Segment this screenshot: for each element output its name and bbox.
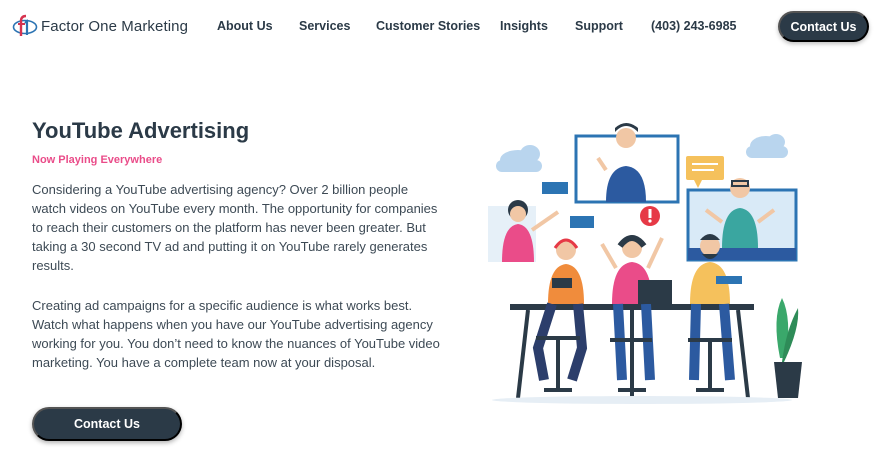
chair bbox=[536, 336, 732, 392]
page-title: YouTube Advertising bbox=[32, 118, 250, 143]
header-contact-us-button[interactable]: Contact Us bbox=[778, 11, 869, 42]
hero-contact-us-button[interactable]: Contact Us bbox=[32, 407, 182, 441]
factor-one-logo-icon bbox=[12, 14, 38, 36]
floor-shadow bbox=[492, 396, 792, 404]
video-person-left bbox=[488, 200, 560, 262]
video-screen-top bbox=[574, 123, 680, 204]
cloud-icon bbox=[496, 145, 542, 172]
campaign-paragraph: Creating ad campaigns for a specific aud… bbox=[32, 298, 440, 370]
nav-insights[interactable]: Insights bbox=[500, 19, 548, 33]
chat-bubble-icon bbox=[686, 156, 724, 188]
nav-services[interactable]: Services bbox=[299, 19, 350, 33]
message-tag bbox=[570, 216, 594, 228]
alert-icon bbox=[640, 206, 660, 226]
plant-icon bbox=[774, 298, 802, 398]
nav-support[interactable]: Support bbox=[575, 19, 623, 33]
intro-paragraph: Considering a YouTube advertising agency… bbox=[32, 182, 438, 273]
brand-logo[interactable]: Factor One Marketing bbox=[12, 13, 188, 39]
cloud-icon bbox=[746, 134, 788, 158]
brand-name: Factor One Marketing bbox=[41, 17, 189, 35]
video-conference-illustration bbox=[488, 123, 802, 404]
nav-phone-number[interactable]: (403) 243-6985 bbox=[651, 19, 736, 33]
page-subtitle: Now Playing Everywhere bbox=[32, 154, 163, 166]
nav-about-us[interactable]: About Us bbox=[217, 19, 273, 33]
message-tag bbox=[542, 182, 568, 194]
top-navigation: Factor One Marketing About Us Services C… bbox=[0, 0, 881, 54]
laptop-icon bbox=[638, 280, 672, 304]
nav-customer-stories[interactable]: Customer Stories bbox=[376, 19, 480, 33]
